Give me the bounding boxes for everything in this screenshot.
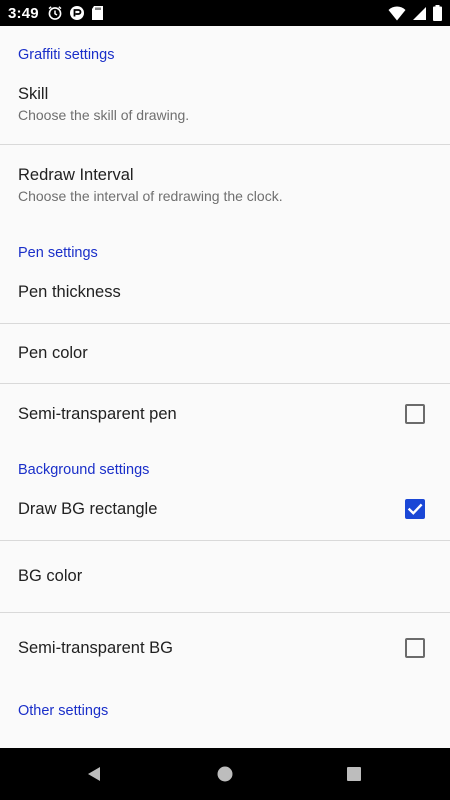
pref-pen-color[interactable]: Pen color [0,324,450,384]
pref-redraw-interval-text: Redraw Interval Choose the interval of r… [18,166,283,204]
category-background-settings: Background settings [18,462,150,478]
alarm-icon [47,5,63,21]
status-icons-right [388,5,442,21]
category-other-settings: Other settings [18,703,109,719]
home-button[interactable] [195,748,255,800]
semi-transparent-pen-checkbox[interactable] [405,404,425,424]
pref-skill[interactable]: Skill Choose the skill of drawing. [0,63,450,145]
pref-bg-color-title: BG color [18,567,83,585]
navigation-bar [0,748,450,800]
semi-transparent-bg-checkbox[interactable] [405,638,425,658]
battery-icon [433,5,442,21]
pref-draw-bg-rectangle[interactable]: Draw BG rectangle [0,478,450,541]
pref-semi-transparent-bg[interactable]: Semi-transparent BG [0,613,450,683]
status-icons-left [47,5,104,21]
home-icon [217,766,233,782]
pref-semi-transparent-bg-title: Semi-transparent BG [18,638,173,657]
pref-pen-thickness-title: Pen thickness [18,282,121,301]
pref-skill-text: Skill Choose the skill of drawing. [18,85,189,123]
pref-bg-color[interactable]: BG color [0,541,450,613]
cellular-signal-icon [412,6,427,21]
back-icon [88,767,100,781]
category-graffiti-settings: Graffiti settings [18,47,115,63]
pref-pen-thickness[interactable]: Pen thickness [0,261,450,324]
status-bar: 3:49 [0,0,450,26]
pref-semi-transparent-pen[interactable]: Semi-transparent pen [0,384,450,444]
category-pen-settings: Pen settings [18,245,98,261]
pref-skill-title: Skill [18,84,49,103]
recents-button[interactable] [324,748,384,800]
draw-bg-rectangle-checkbox[interactable] [405,499,425,519]
pref-skill-summary: Choose the skill of drawing. [18,106,190,123]
app-notification-icon [69,5,85,21]
checkmark-icon [407,503,423,515]
pref-redraw-interval[interactable]: Redraw Interval Choose the interval of r… [0,145,450,225]
sd-card-icon [91,5,104,21]
settings-list: Graffiti settings Skill Choose the skill… [0,26,450,748]
wifi-icon [388,5,406,21]
status-time: 3:49 [8,4,39,22]
back-button[interactable] [64,748,124,800]
pref-draw-bg-rectangle-title: Draw BG rectangle [18,499,158,518]
recents-icon [347,767,361,781]
pref-redraw-interval-summary: Choose the interval of redrawing the clo… [18,188,283,204]
pref-semi-transparent-pen-title: Semi-transparent pen [18,404,177,423]
pref-pen-color-title: Pen color [18,344,88,362]
pref-redraw-interval-title: Redraw Interval [18,166,134,184]
